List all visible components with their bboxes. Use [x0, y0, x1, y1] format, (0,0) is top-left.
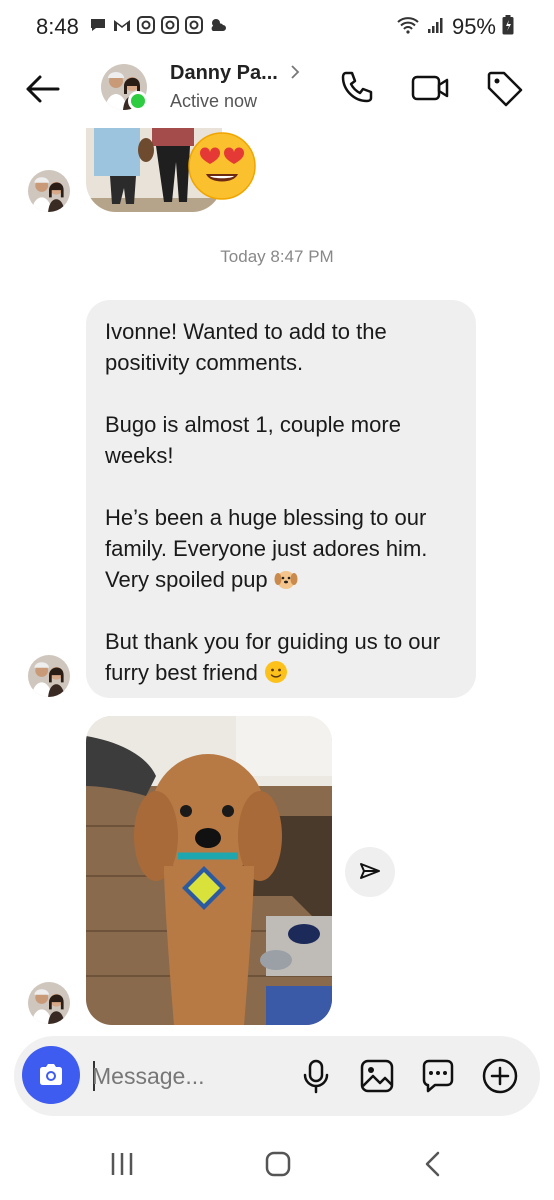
- gallery-button[interactable]: [357, 1056, 397, 1096]
- camera-icon: [40, 1064, 62, 1085]
- battery-percent: 95%: [451, 14, 496, 39]
- voice-message-button[interactable]: [296, 1056, 336, 1096]
- message-paragraph: Bugo is almost 1, couple more weeks!: [105, 412, 401, 468]
- message-timestamp: Today 8:47 PM: [220, 247, 334, 266]
- dog-face-emoji-icon: [274, 571, 298, 589]
- status-bar: 8:48 95%: [0, 0, 554, 56]
- back-arrow-icon: [26, 75, 60, 103]
- message-bubble[interactable]: Ivonne! Wanted to add to the positivity …: [86, 300, 476, 698]
- tag-icon: [487, 71, 523, 107]
- contact-name[interactable]: Danny Pa...: [170, 62, 278, 85]
- slight-smile-emoji-icon: [264, 661, 287, 683]
- stickers-button[interactable]: [418, 1056, 458, 1096]
- message-composer: [14, 1036, 540, 1116]
- dog-photo-message[interactable]: [86, 716, 332, 1025]
- phone-icon: [341, 71, 373, 103]
- image-icon: [360, 1059, 394, 1093]
- voice-call-button[interactable]: [334, 66, 378, 110]
- message-input[interactable]: [92, 1058, 282, 1094]
- camera-button[interactable]: [22, 1046, 80, 1104]
- more-options-button[interactable]: [480, 1056, 520, 1096]
- message-paragraph: But thank you for guiding us to our furr…: [105, 626, 458, 688]
- status-time: 8:48: [36, 14, 79, 39]
- chat-header: Danny Pa... Active now: [0, 56, 554, 122]
- share-button[interactable]: [345, 847, 395, 897]
- sender-avatar[interactable]: [28, 170, 70, 212]
- paper-plane-icon: [360, 863, 380, 879]
- label-button[interactable]: [482, 66, 526, 110]
- heart-eyes-emoji-reaction[interactable]: [186, 130, 258, 202]
- chevron-right-icon[interactable]: [288, 62, 302, 82]
- back-button[interactable]: [22, 68, 64, 110]
- status-right: 95%: [396, 14, 514, 40]
- message-text: He’s been a huge blessing to our family.…: [105, 505, 428, 592]
- sender-avatar[interactable]: [28, 655, 70, 697]
- video-call-button[interactable]: [408, 66, 452, 110]
- video-camera-icon: [411, 75, 449, 101]
- wifi-icon: [396, 15, 420, 40]
- recent-apps-button[interactable]: [102, 1148, 142, 1180]
- plus-circle-icon: [482, 1058, 518, 1094]
- chevron-left-icon: [425, 1151, 440, 1177]
- recent-apps-icon: [111, 1153, 133, 1175]
- instagram-icon: [184, 15, 204, 35]
- heart-eyes-emoji-icon: [188, 132, 256, 200]
- home-icon: [265, 1151, 291, 1177]
- message-paragraph: Ivonne! Wanted to add to the positivity …: [105, 319, 387, 375]
- chat-bubble-icon: [88, 15, 108, 35]
- chat-more-icon: [422, 1059, 454, 1093]
- system-nav-bar: [0, 1130, 554, 1200]
- instagram-icon: [160, 15, 180, 35]
- gmail-icon: [112, 15, 132, 35]
- weather-icon: [208, 15, 228, 35]
- back-nav-button[interactable]: [413, 1148, 453, 1180]
- battery-icon: [502, 14, 514, 40]
- sender-avatar[interactable]: [28, 982, 70, 1024]
- signal-icon: [426, 15, 446, 40]
- notification-icons: [88, 15, 228, 35]
- instagram-icon: [136, 15, 156, 35]
- microphone-icon: [303, 1059, 329, 1094]
- message-paragraph: He’s been a huge blessing to our family.…: [105, 502, 458, 595]
- online-status-dot: [128, 91, 148, 111]
- contact-status: Active now: [170, 91, 258, 111]
- home-button[interactable]: [258, 1148, 298, 1180]
